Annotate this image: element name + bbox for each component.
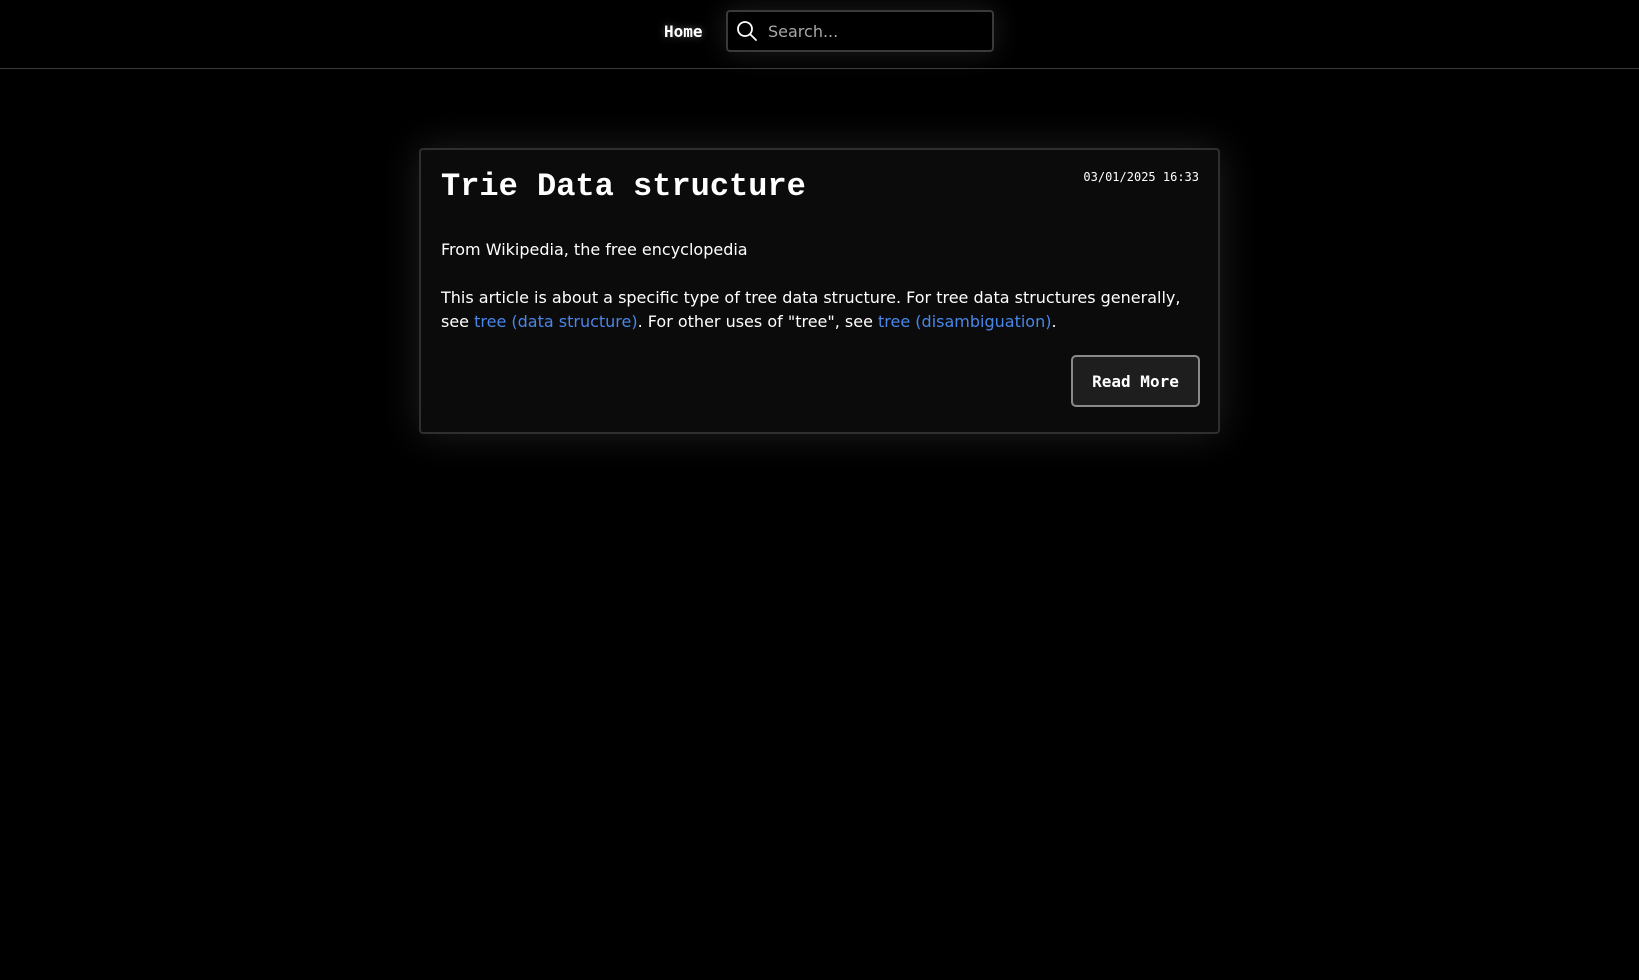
search-input[interactable] <box>768 18 988 44</box>
read-more-button[interactable]: Read More <box>1071 355 1200 407</box>
post-title: Trie Data structure <box>441 168 806 205</box>
post-intro: From Wikipedia, the free encyclopedia <box>441 240 748 259</box>
tree-data-structure-link[interactable]: tree (data structure) <box>474 312 638 331</box>
search-box[interactable] <box>726 10 994 52</box>
nav-home-link[interactable]: Home <box>664 22 703 41</box>
post-hatnote: This article is about a specific type of… <box>441 286 1201 334</box>
post-date: 03/01/2025 16:33 <box>1083 170 1199 184</box>
hatnote-text-3: . <box>1051 312 1057 331</box>
post-excerpt: From Wikipedia, the free encyclopedia Th… <box>441 238 1201 334</box>
top-navigation-bar: Home <box>0 0 1639 69</box>
hatnote-text-2: . For other uses of "tree", see <box>637 312 879 331</box>
tree-disambiguation-link[interactable]: tree (disambiguation) <box>878 312 1051 331</box>
search-icon[interactable] <box>736 20 758 42</box>
post-card: Trie Data structure 03/01/2025 16:33 Fro… <box>419 148 1220 434</box>
